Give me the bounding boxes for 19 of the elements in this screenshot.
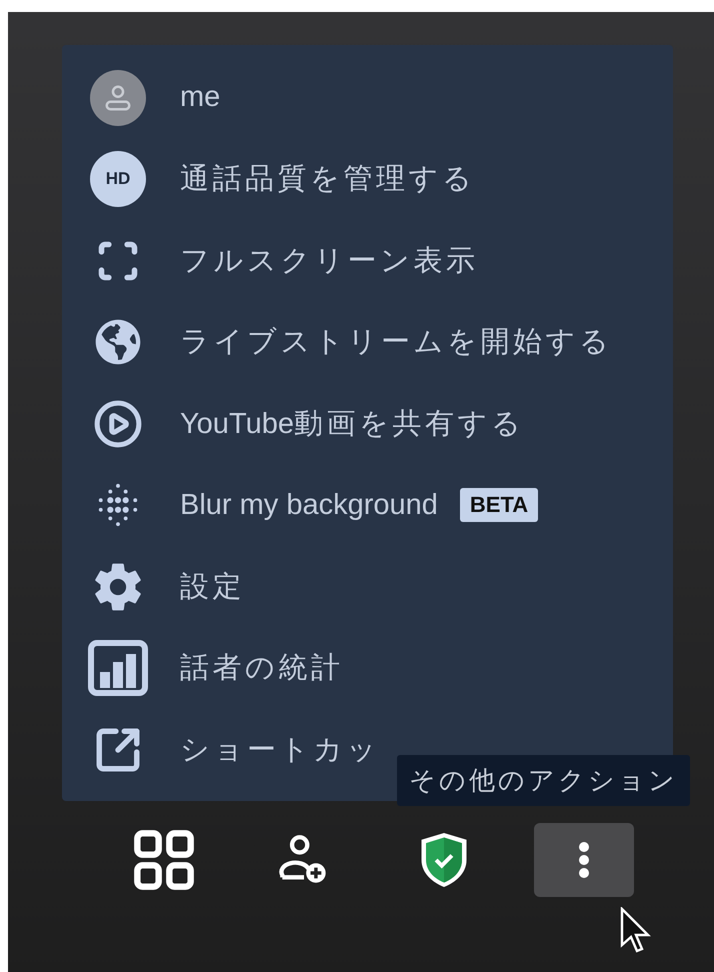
play-icon — [93, 398, 143, 449]
hd-icon: HD — [90, 151, 146, 208]
toolbar-button[interactable] — [534, 823, 634, 897]
tooltip: その他のアクション — [397, 755, 690, 806]
bar-chart-icon — [88, 640, 148, 696]
menu-item[interactable]: YouTube動画を共有する — [180, 404, 524, 444]
menu-item[interactable]: me — [180, 81, 220, 114]
menu-item[interactable]: ライブストリームを開始する — [180, 322, 612, 362]
more-icon — [578, 841, 590, 879]
grid-icon — [132, 828, 196, 892]
menu-item[interactable]: ショートカッ — [180, 730, 380, 770]
menu-item[interactable]: 通話品質を管理する — [180, 159, 476, 200]
menu-item[interactable]: フルスクリーン表示 — [180, 240, 478, 281]
beta-badge: BETA — [460, 488, 538, 522]
menu-item[interactable]: Blur my background — [180, 488, 438, 522]
menu-item[interactable]: 話者の統計 — [180, 648, 344, 688]
menu-item[interactable]: 設定 — [180, 566, 245, 607]
globe-icon — [95, 319, 141, 366]
mouse-cursor-icon — [620, 907, 652, 955]
